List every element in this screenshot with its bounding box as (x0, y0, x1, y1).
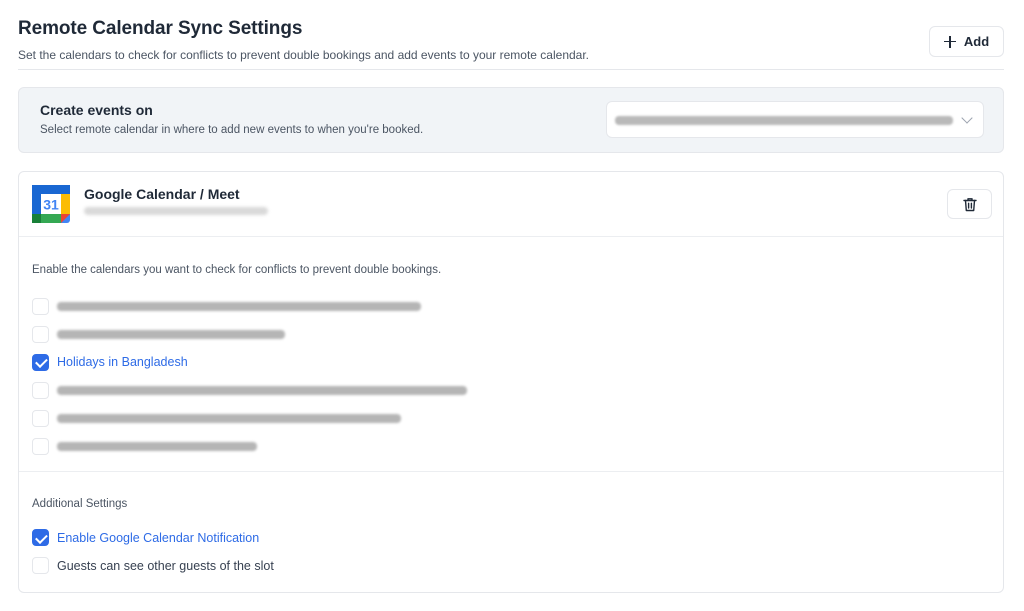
card-divider (19, 471, 1003, 472)
calendar-checkbox-checked[interactable] (32, 353, 49, 371)
delete-calendar-button[interactable] (947, 189, 992, 219)
provider-email-redacted (84, 207, 268, 215)
add-button-label: Add (963, 34, 990, 49)
list-item[interactable]: Holidays in Bangladesh (32, 348, 552, 376)
setting-guests-visibility[interactable]: Guests can see other guests of the slot (32, 557, 274, 574)
setting-google-notification[interactable]: Enable Google Calendar Notification (32, 529, 259, 546)
list-item[interactable] (32, 320, 552, 348)
calendar-checkbox[interactable] (32, 437, 49, 455)
provider-name: Google Calendar / Meet (84, 186, 240, 202)
guests-visibility-label: Guests can see other guests of the slot (57, 558, 274, 573)
google-notification-checkbox[interactable] (32, 529, 49, 546)
calendar-label-redacted (57, 329, 285, 339)
list-item[interactable] (32, 292, 552, 320)
calendar-checkbox[interactable] (32, 297, 49, 315)
google-notification-label: Enable Google Calendar Notification (57, 530, 260, 545)
card-divider (19, 236, 1003, 237)
list-item[interactable] (32, 376, 552, 404)
chevron-down-icon (961, 112, 973, 124)
calendar-checkbox[interactable] (32, 381, 49, 399)
conflict-calendar-list: Holidays in Bangladesh (32, 292, 552, 460)
calendar-checkbox[interactable] (32, 409, 49, 427)
calendar-label-redacted (57, 301, 421, 311)
create-events-calendar-select[interactable] (606, 101, 984, 138)
plus-icon (943, 35, 956, 48)
conflict-help-text: Enable the calendars you want to check f… (32, 264, 442, 276)
calendar-label: Holidays in Bangladesh (57, 355, 188, 369)
create-events-description: Select remote calendar in where to add n… (40, 124, 424, 136)
create-events-title: Create events on (40, 102, 153, 118)
google-calendar-card: 31 Google Calendar / Meet Enable the cal… (18, 171, 1004, 593)
list-item[interactable] (32, 404, 552, 432)
additional-settings-title: Additional Settings (32, 498, 128, 510)
page-header: Remote Calendar Sync Settings Set the ca… (18, 18, 1004, 62)
calendar-label-redacted (57, 385, 467, 395)
calendar-label-redacted (57, 441, 257, 451)
selected-calendar-redacted (615, 116, 953, 125)
header-divider (18, 69, 1004, 70)
list-item[interactable] (32, 432, 552, 460)
page-subtitle: Set the calendars to check for conflicts… (18, 48, 590, 62)
add-button[interactable]: Add (929, 26, 1004, 57)
logo-day-number: 31 (43, 197, 59, 213)
page-title: Remote Calendar Sync Settings (18, 18, 303, 39)
trash-icon (962, 197, 977, 211)
calendar-label-redacted (57, 413, 401, 423)
google-calendar-logo-icon: 31 (32, 185, 70, 223)
calendar-checkbox[interactable] (32, 325, 49, 343)
create-events-panel: Create events on Select remote calendar … (18, 87, 1004, 153)
guests-visibility-checkbox[interactable] (32, 557, 49, 574)
